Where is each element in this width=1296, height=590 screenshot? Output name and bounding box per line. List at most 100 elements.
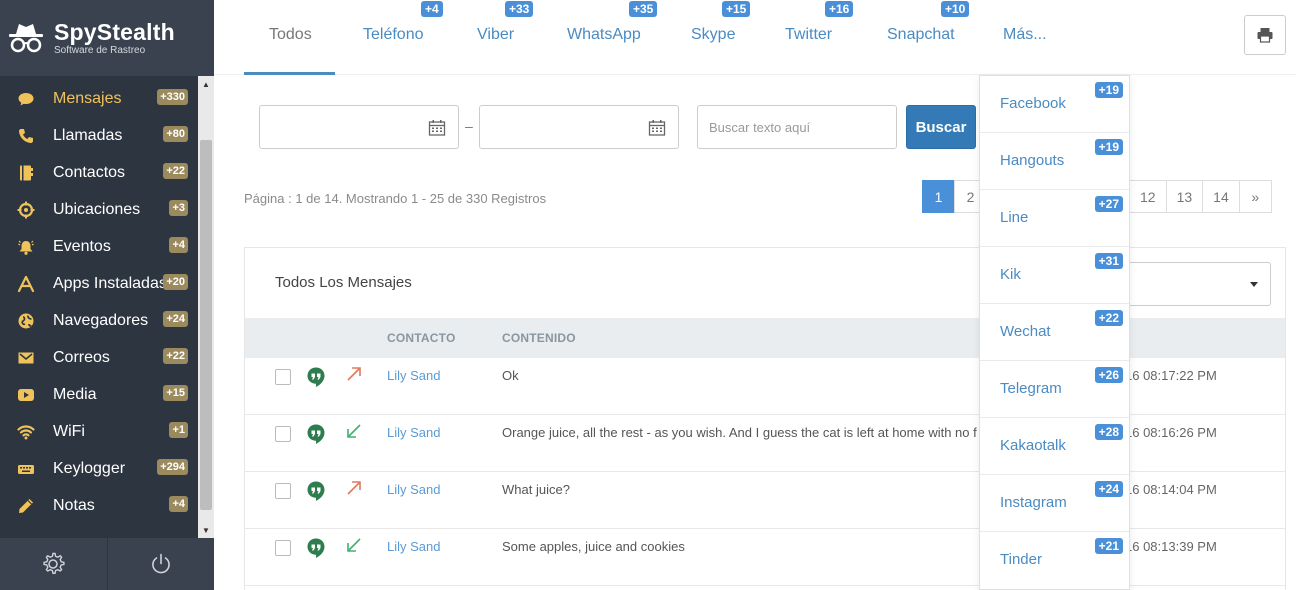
menu-item-instagram[interactable]: Instagram +24 (980, 475, 1129, 532)
tab-whatsapp[interactable]: WhatsApp (567, 26, 641, 44)
hangouts-icon (307, 481, 325, 501)
sidebar-item-notas[interactable]: Notas +4 (0, 487, 198, 524)
pagination-info: Página : 1 de 14. Mostrando 1 - 25 de 33… (244, 191, 547, 206)
column-header-contact[interactable]: CONTACTO (387, 331, 456, 345)
menu-item-label: Telegram (1000, 380, 1062, 397)
panel-title: Todos Los Mensajes (275, 274, 412, 291)
scroll-up-arrow-icon[interactable]: ▲ (198, 76, 214, 92)
date-range-separator: – (465, 118, 473, 134)
page-button[interactable]: 12 (1129, 180, 1167, 213)
message-time: 16 08:17:22 PM (1125, 368, 1217, 383)
tab-label: WhatsApp (567, 26, 641, 43)
tab-label: Teléfono (363, 26, 424, 43)
message-content: Some apples, juice and cookies (502, 539, 685, 554)
page-button[interactable]: 13 (1165, 180, 1204, 213)
sidebar-item-wifi[interactable]: WiFi +1 (0, 413, 198, 450)
count-badge: +19 (1094, 139, 1123, 155)
scroll-thumb[interactable] (200, 140, 212, 510)
sidebar-item-llamadas[interactable]: Llamadas +80 (0, 117, 198, 154)
page-button[interactable]: 1 (922, 180, 955, 213)
sidebar-item-mensajes[interactable]: Mensajes +330 (0, 80, 198, 117)
page-button[interactable]: 14 (1202, 180, 1240, 213)
menu-item-label: Instagram (1000, 494, 1067, 511)
calendar-icon[interactable] (648, 119, 666, 137)
menu-item-hangouts[interactable]: Hangouts +19 (980, 133, 1129, 190)
printer-icon (1257, 28, 1273, 43)
sidebar-scrollbar[interactable]: ▲ ▼ (198, 76, 214, 538)
contact-link[interactable]: Lily Sand (387, 368, 440, 383)
contact-link[interactable]: Lily Sand (387, 539, 440, 554)
count-badge: +31 (1094, 253, 1123, 269)
column-header-content[interactable]: CONTENIDO (502, 331, 576, 345)
more-channels-dropdown: Facebook +19 Hangouts +19 Line +27 Kik +… (979, 75, 1130, 590)
count-badge: +4 (169, 237, 188, 253)
sidebar-item-apps-instaladas[interactable]: Apps Instaladas +20 (0, 265, 198, 302)
contact-link[interactable]: Lily Sand (387, 425, 440, 440)
tab-mas[interactable]: Más... (1003, 26, 1047, 44)
menu-item-telegram[interactable]: Telegram +26 (980, 361, 1129, 418)
menu-item-line[interactable]: Line +27 (980, 190, 1129, 247)
menu-item-kik[interactable]: Kik +31 (980, 247, 1129, 304)
menu-item-wechat[interactable]: Wechat +22 (980, 304, 1129, 361)
keyboard-icon (16, 459, 36, 479)
brand[interactable]: SpyStealth Software de Rastreo (0, 0, 214, 76)
tab-snapchat[interactable]: Snapchat (887, 26, 955, 44)
sidebar-item-correos[interactable]: Correos +22 (0, 339, 198, 376)
tab-skype[interactable]: Skype (691, 26, 735, 44)
row-checkbox[interactable] (275, 483, 291, 499)
menu-item-facebook[interactable]: Facebook +19 (980, 76, 1129, 133)
menu-item-label: Hangouts (1000, 152, 1065, 169)
count-badge: +3 (169, 200, 188, 216)
tab-badge: +33 (505, 1, 534, 17)
active-tab-indicator (244, 72, 335, 75)
message-content: Ok (502, 368, 519, 383)
count-badge: +24 (163, 311, 188, 327)
menu-item-label: Kakaotalk (1000, 437, 1066, 454)
tab-badge: +4 (421, 1, 443, 17)
settings-button[interactable] (0, 538, 108, 590)
filter-select[interactable] (1125, 262, 1271, 306)
row-checkbox[interactable] (275, 426, 291, 442)
pagination-end: 12 13 14 » (1129, 180, 1272, 213)
tab-badge: +15 (722, 1, 751, 17)
crosshair-icon (16, 200, 36, 220)
sidebar-item-navegadores[interactable]: Navegadores +24 (0, 302, 198, 339)
sidebar-item-contactos[interactable]: Contactos +22 (0, 154, 198, 191)
date-from-input[interactable] (259, 105, 459, 149)
brand-subtitle: Software de Rastreo (54, 44, 146, 56)
scroll-down-arrow-icon[interactable]: ▼ (198, 522, 214, 538)
search-button[interactable]: Buscar (906, 105, 976, 149)
sidebar: SpyStealth Software de Rastreo Mensajes … (0, 0, 214, 590)
menu-item-kakaotalk[interactable]: Kakaotalk +28 (980, 418, 1129, 475)
address-book-icon (16, 163, 36, 183)
sidebar-item-label: Correos (53, 348, 110, 366)
menu-item-label: Facebook (1000, 95, 1066, 112)
message-time: 16 08:13:39 PM (1125, 539, 1217, 554)
contact-link[interactable]: Lily Sand (387, 482, 440, 497)
row-checkbox[interactable] (275, 369, 291, 385)
sidebar-item-keylogger[interactable]: Keylogger +294 (0, 450, 198, 487)
tab-todos[interactable]: Todos (269, 26, 312, 44)
sidebar-item-label: Media (53, 385, 97, 403)
print-button[interactable] (1244, 15, 1286, 55)
sidebar-item-ubicaciones[interactable]: Ubicaciones +3 (0, 191, 198, 228)
sidebar-item-eventos[interactable]: Eventos +4 (0, 228, 198, 265)
menu-item-tinder[interactable]: Tinder +21 (980, 532, 1129, 589)
pagination-start: 1 2 (922, 180, 987, 213)
power-icon (151, 553, 170, 574)
date-to-input[interactable] (479, 105, 679, 149)
row-checkbox[interactable] (275, 540, 291, 556)
tab-telefono[interactable]: Teléfono (363, 26, 424, 44)
logout-button[interactable] (108, 538, 215, 590)
count-badge: +15 (163, 385, 188, 401)
sidebar-item-label: Ubicaciones (53, 200, 141, 218)
sidebar-item-label: Contactos (53, 163, 126, 181)
calendar-icon[interactable] (428, 119, 446, 137)
tab-viber[interactable]: Viber (477, 26, 514, 44)
gear-icon (43, 552, 65, 574)
tab-twitter[interactable]: Twitter (785, 26, 832, 44)
next-page-button[interactable]: » (1238, 180, 1272, 213)
outgoing-arrow-icon (347, 367, 361, 381)
sidebar-item-media[interactable]: Media +15 (0, 376, 198, 413)
search-input[interactable] (697, 105, 897, 149)
